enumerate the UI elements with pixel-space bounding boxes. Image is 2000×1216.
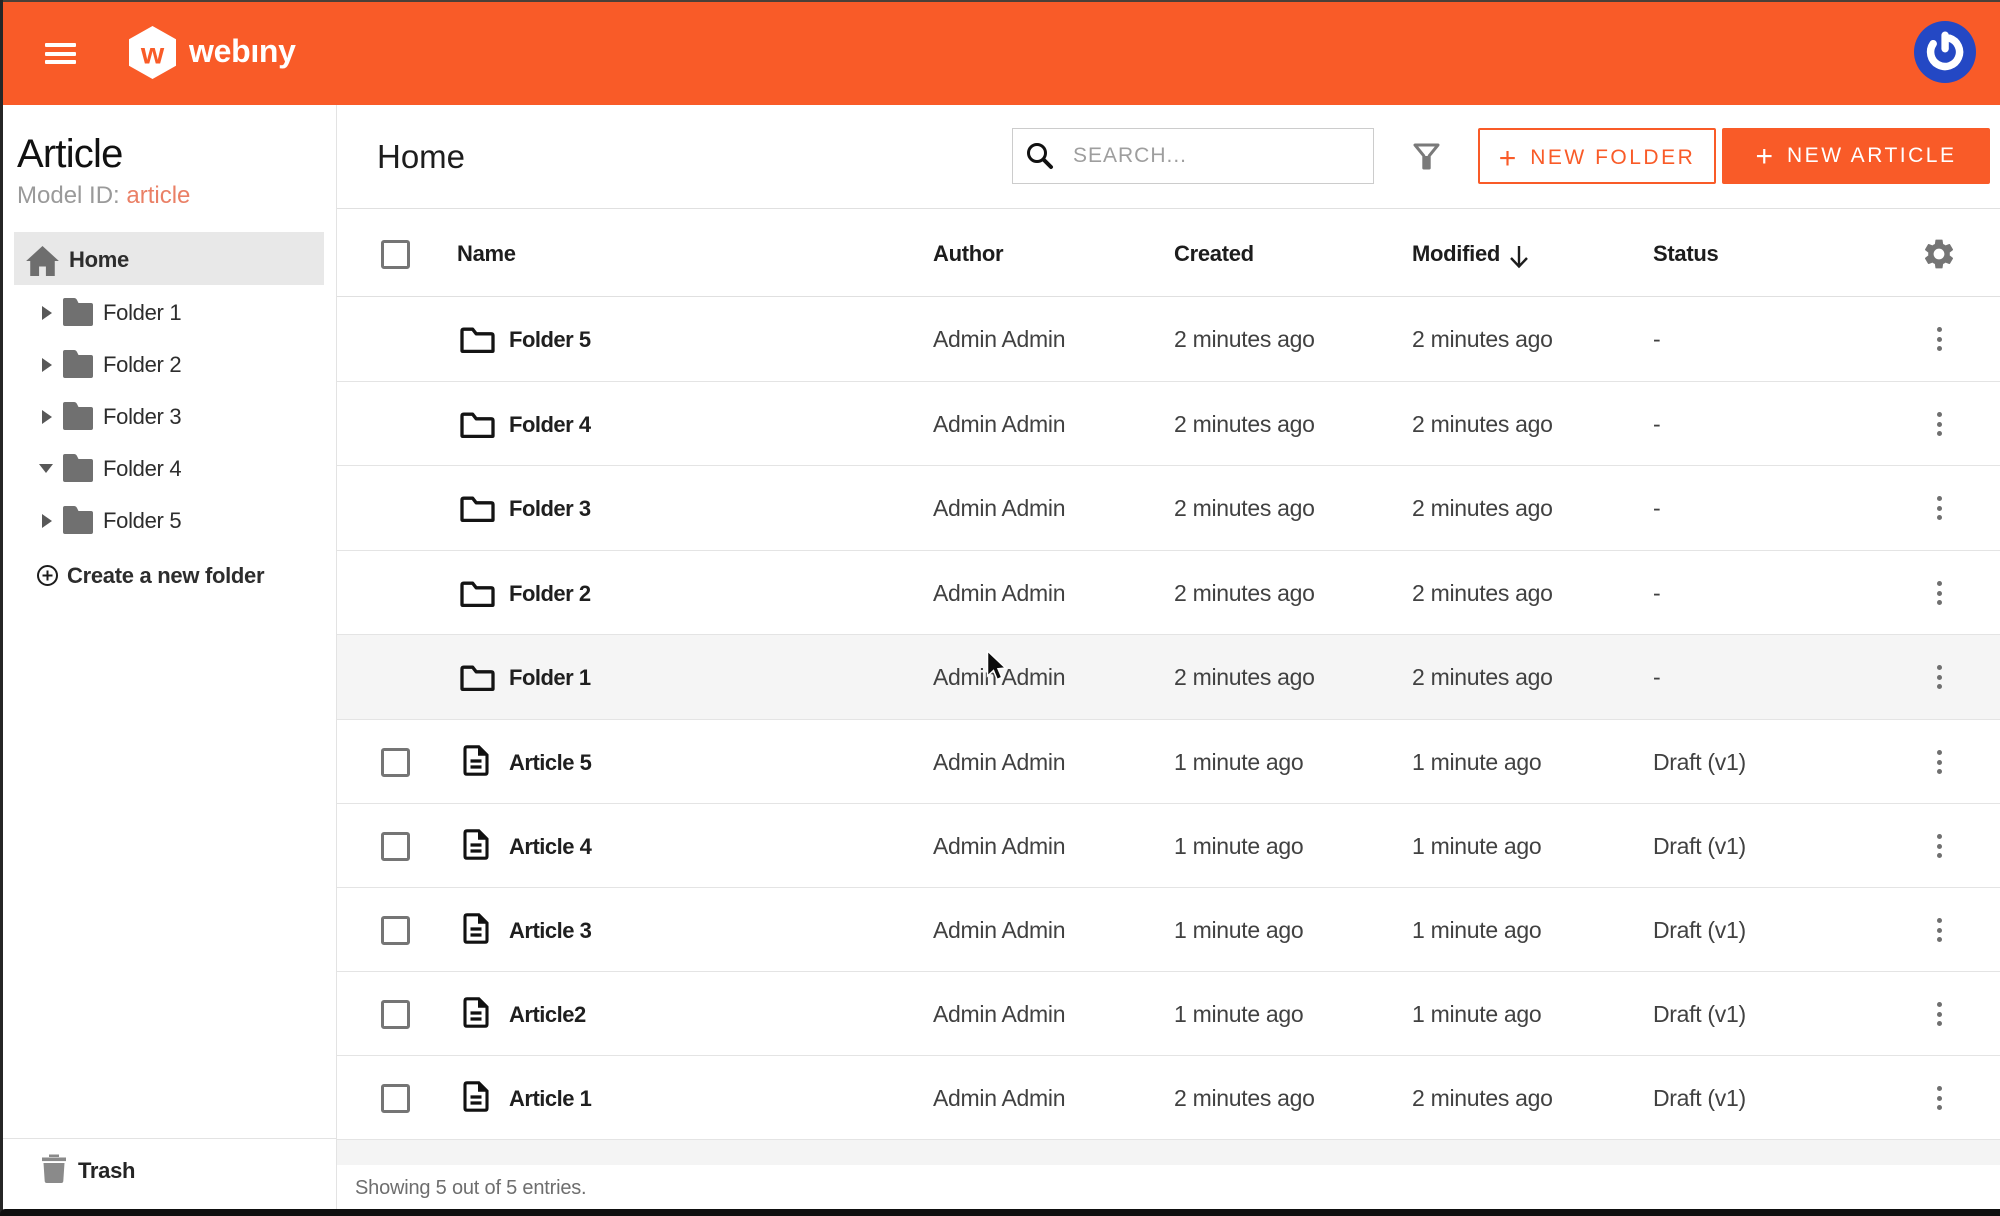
svg-text:w: w	[140, 38, 165, 71]
